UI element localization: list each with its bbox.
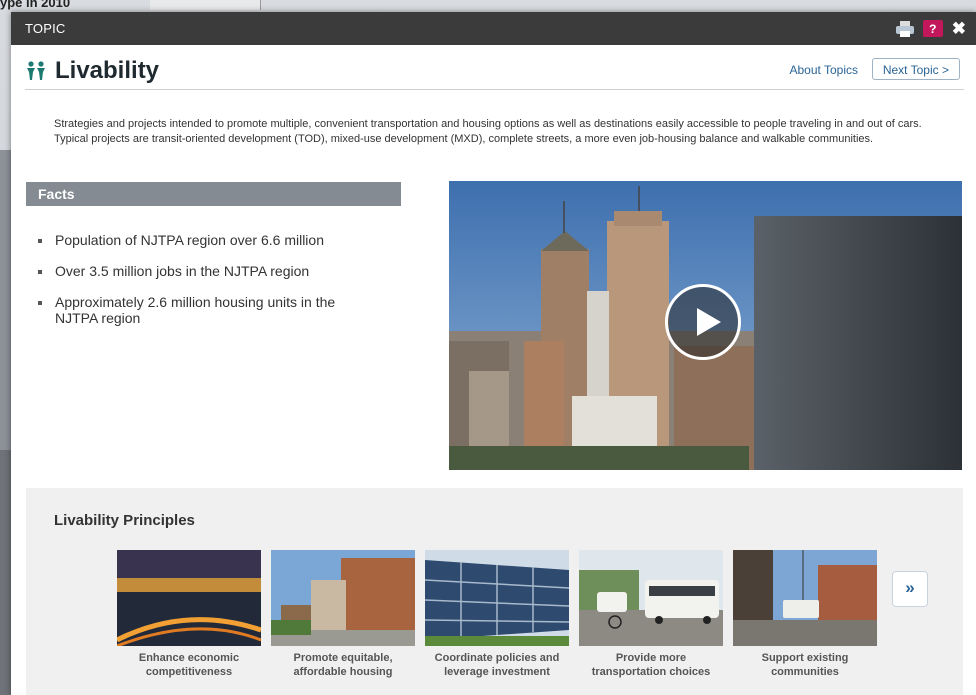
fact-item: Over 3.5 million jobs in the NJTPA regio… bbox=[38, 263, 378, 279]
people-icon bbox=[27, 61, 45, 80]
principle-card-economic[interactable]: Enhance economic competitiveness bbox=[117, 550, 261, 679]
background-toolbar bbox=[150, 0, 261, 10]
streetscape-image bbox=[733, 550, 877, 646]
bus-image bbox=[579, 550, 723, 646]
topic-description: Strategies and projects intended to prom… bbox=[54, 118, 922, 145]
carousel-next-button[interactable]: » bbox=[892, 571, 928, 607]
topic-modal: TOPIC ? ✖ Livability About Topics Next T… bbox=[11, 12, 976, 695]
night-city-image bbox=[117, 550, 261, 646]
principles-carousel: Enhance economic competitiveness Promote … bbox=[117, 550, 877, 679]
modal-header: TOPIC ? ✖ bbox=[11, 12, 976, 45]
help-icon[interactable]: ? bbox=[922, 20, 943, 37]
principle-label: Support existing communities bbox=[761, 652, 849, 678]
principle-card-communities[interactable]: Support existing communities bbox=[733, 550, 877, 679]
facts-list: Population of NJTPA region over 6.6 mill… bbox=[38, 232, 378, 341]
principle-card-transportation[interactable]: Provide more transportation choices bbox=[579, 550, 723, 679]
principle-card-policies[interactable]: Coordinate policies and leverage investme… bbox=[425, 550, 569, 679]
principle-label: Provide more transportation choices bbox=[591, 652, 711, 678]
header-actions: ? ✖ bbox=[895, 20, 966, 37]
principles-section: Livability Principles Enhance economic co… bbox=[26, 488, 963, 695]
principle-label: Promote equitable, affordable housing bbox=[293, 652, 393, 678]
print-icon[interactable] bbox=[895, 20, 914, 37]
video-player[interactable] bbox=[449, 181, 962, 470]
principle-label: Enhance economic competitiveness bbox=[138, 652, 240, 678]
apartment-building-image bbox=[271, 550, 415, 646]
topic-title-row: Livability About Topics Next Topic > bbox=[25, 45, 964, 90]
principles-heading: Livability Principles bbox=[54, 512, 195, 529]
background-title-fragment: ype in 2010 bbox=[0, 0, 71, 10]
modal-title: TOPIC bbox=[25, 21, 66, 36]
principle-label: Coordinate policies and leverage investme… bbox=[434, 652, 560, 678]
about-topics-link[interactable]: About Topics bbox=[790, 63, 859, 77]
solar-panels-image bbox=[425, 550, 569, 646]
topic-title: Livability bbox=[55, 57, 160, 84]
play-icon[interactable] bbox=[665, 284, 741, 360]
fact-item: Approximately 2.6 million housing units … bbox=[38, 294, 378, 326]
facts-heading: Facts bbox=[26, 182, 401, 206]
principle-card-housing[interactable]: Promote equitable, affordable housing bbox=[271, 550, 415, 679]
fact-item: Population of NJTPA region over 6.6 mill… bbox=[38, 232, 378, 248]
next-topic-button[interactable]: Next Topic > bbox=[871, 58, 960, 80]
close-icon[interactable]: ✖ bbox=[952, 20, 966, 37]
